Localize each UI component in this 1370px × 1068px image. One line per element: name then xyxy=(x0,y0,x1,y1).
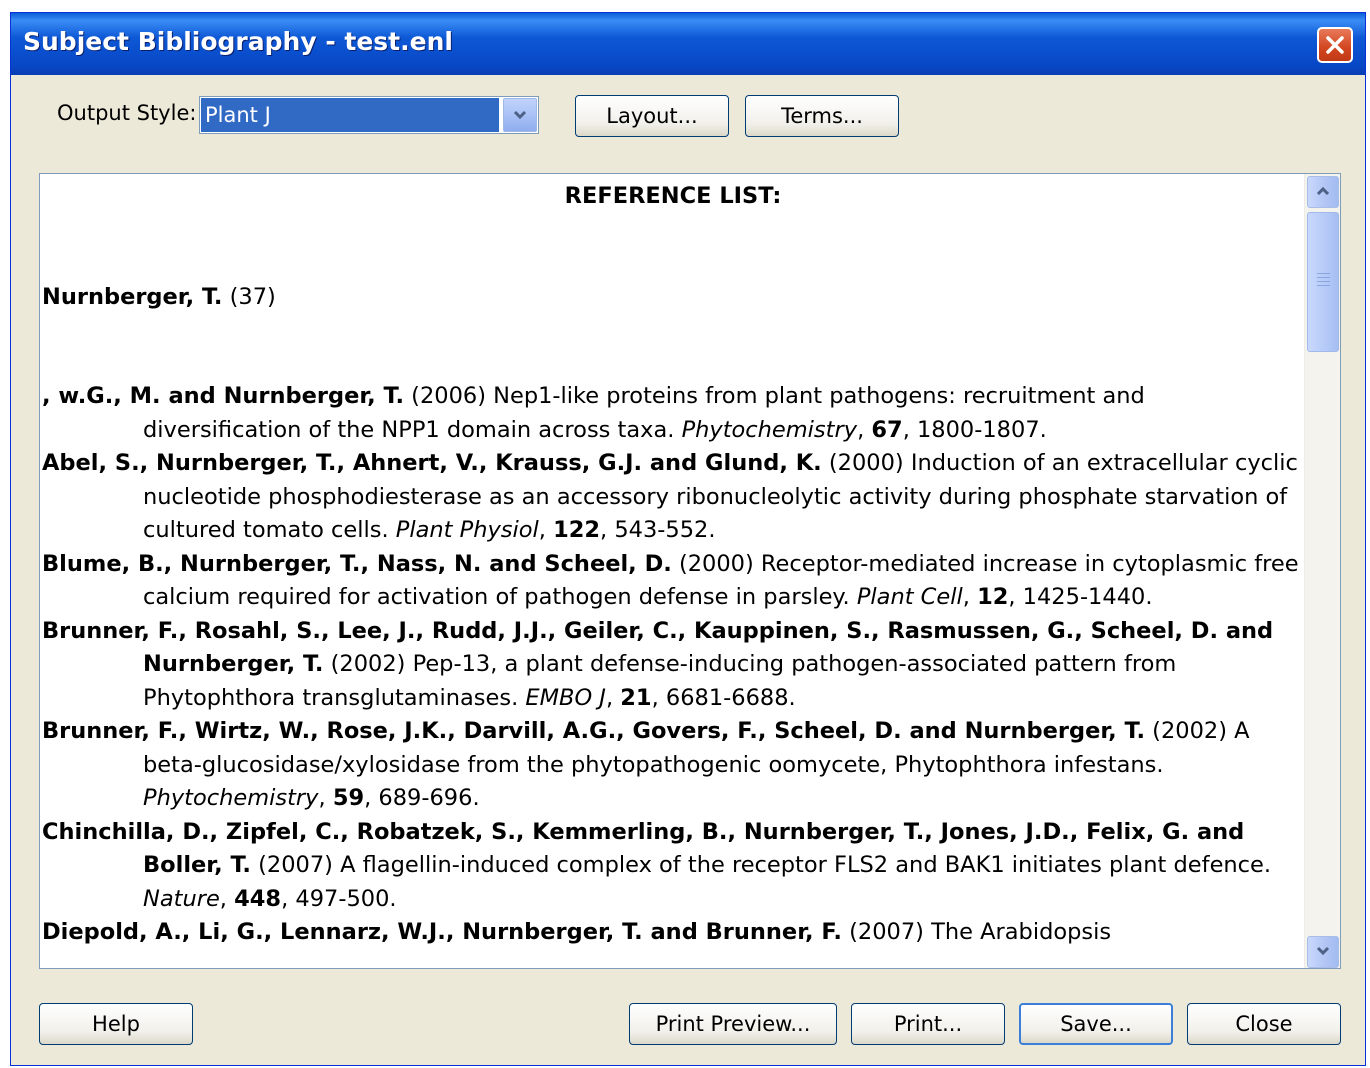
reference-volume: 12 xyxy=(977,584,1009,610)
subject-author-count: (37) xyxy=(229,284,276,310)
window-title: Subject Bibliography - test.enl xyxy=(23,27,453,56)
subject-author-name: Nurnberger, T. xyxy=(42,284,223,310)
subject-bibliography-dialog: Subject Bibliography - test.enl Output S… xyxy=(10,12,1366,1066)
reference-pages: , 689-696. xyxy=(364,785,480,811)
reference-authors: Abel, S., Nurnberger, T., Ahnert, V., Kr… xyxy=(42,450,822,476)
dropdown-button[interactable] xyxy=(503,98,537,132)
reference-authors: Brunner, F., Wirtz, W., Rose, J.K., Darv… xyxy=(42,718,1146,744)
reference-journal: Nature xyxy=(143,885,220,912)
reference-pages: , 543-552. xyxy=(600,517,716,543)
scrollbar-thumb[interactable] xyxy=(1307,212,1339,352)
grip-line xyxy=(1317,285,1330,286)
reference-entry: , w.G., M. and Nurnberger, T. (2006) Nep… xyxy=(42,383,1145,443)
help-button[interactable]: Help xyxy=(39,1003,193,1045)
reference-journal: Phytochemistry xyxy=(681,416,858,443)
reference-journal: Plant Physiol xyxy=(395,517,539,543)
output-style-label: Output Style: xyxy=(57,101,197,125)
reference-volume: 21 xyxy=(620,684,652,711)
terms-button[interactable]: Terms... xyxy=(745,95,899,137)
reference-journal: Plant Cell xyxy=(856,584,963,610)
reference-list: , w.G., M. and Nurnberger, T. (2006) Nep… xyxy=(42,380,1304,950)
output-style-value[interactable]: Plant J xyxy=(201,98,499,132)
vertical-scrollbar[interactable] xyxy=(1304,174,1340,968)
reference-text: (2007) A flagellin-induced complex of th… xyxy=(250,852,1272,878)
title-bar[interactable]: Subject Bibliography - test.enl xyxy=(11,13,1365,75)
scroll-down-button[interactable] xyxy=(1307,936,1339,968)
output-style-select[interactable]: Plant J xyxy=(199,96,539,134)
close-button[interactable]: Close xyxy=(1187,1003,1341,1045)
grip-line xyxy=(1317,277,1330,278)
grip-line xyxy=(1317,281,1330,282)
reference-volume: 448 xyxy=(234,885,282,912)
reference-pages: , 1425-1440. xyxy=(1008,584,1153,610)
close-window-button[interactable] xyxy=(1317,27,1353,63)
bibliography-preview[interactable]: REFERENCE LIST: Nurnberger, T. (37) , w.… xyxy=(39,173,1341,969)
layout-button[interactable]: Layout... xyxy=(575,95,729,137)
reference-entry: Brunner, F., Rosahl, S., Lee, J., Rudd, … xyxy=(42,617,1274,711)
reference-journal: EMBO J xyxy=(525,684,606,711)
print-button[interactable]: Print... xyxy=(851,1003,1005,1045)
reference-volume: 122 xyxy=(553,517,601,543)
reference-text: (2007) The Arabidopsis xyxy=(841,919,1112,945)
reference-authors: Diepold, A., Li, G., Lennarz, W.J., Nurn… xyxy=(42,919,842,945)
reference-authors: , w.G., M. and Nurnberger, T. xyxy=(42,383,405,409)
print-preview-button[interactable]: Print Preview... xyxy=(629,1003,837,1045)
reference-journal: Phytochemistry xyxy=(143,785,319,811)
reference-entry: Chinchilla, D., Zipfel, C., Robatzek, S.… xyxy=(42,818,1272,912)
reference-volume: 59 xyxy=(332,785,365,811)
reference-entry: Brunner, F., Wirtz, W., Rose, J.K., Darv… xyxy=(42,718,1250,811)
reference-list-heading: REFERENCE LIST: xyxy=(564,183,782,209)
grip-line xyxy=(1317,273,1330,274)
reference-authors: Blume, B., Nurnberger, T., Nass, N. and … xyxy=(42,550,672,577)
save-button[interactable]: Save... xyxy=(1019,1003,1173,1045)
subject-author-line: Nurnberger, T. (37) xyxy=(42,281,276,315)
reference-pages: , 6681-6688. xyxy=(651,684,796,711)
reference-volume: 67 xyxy=(871,416,903,443)
reference-pages: , 1800-1807. xyxy=(902,416,1047,443)
reference-entry: Abel, S., Nurnberger, T., Ahnert, V., Kr… xyxy=(42,450,1298,543)
reference-entry: Blume, B., Nurnberger, T., Nass, N. and … xyxy=(42,550,1299,611)
scroll-up-button[interactable] xyxy=(1307,176,1339,208)
reference-entry: Diepold, A., Li, G., Lennarz, W.J., Nurn… xyxy=(42,916,1304,950)
reference-pages: , 497-500. xyxy=(281,885,397,912)
